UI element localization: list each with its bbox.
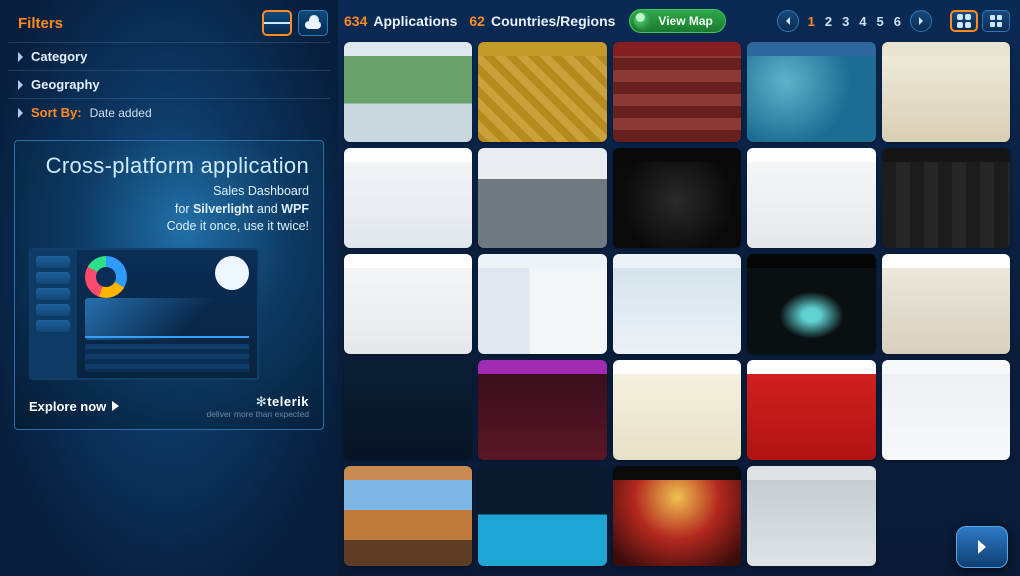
sort-value: Date added [90,106,152,120]
promo-card: Cross-platform application Sales Dashboa… [14,140,324,430]
filter-label: Geography [31,77,100,92]
table-icon [85,344,249,372]
promo-subtitle: Sales Dashboard for Silverlight and WPF … [29,183,309,236]
sort-label: Sort By: [31,105,82,120]
play-icon [112,401,119,411]
app-thumbnail[interactable] [882,254,1010,354]
page-1[interactable]: 1 [805,14,818,29]
sidebar-header: Filters [8,8,330,42]
app-thumbnail[interactable] [613,466,741,566]
topbar: 634 Applications 62 Countries/Regions Vi… [344,6,1010,36]
chevron-right-icon [18,108,23,118]
donut-chart-icon [85,256,127,298]
page-6[interactable]: 6 [891,14,904,29]
brand-tagline: deliver more than expected [206,409,309,419]
explore-now-button[interactable]: Explore now [29,399,119,414]
list-view-button[interactable] [982,10,1010,32]
promo-headline: Cross-platform application [29,153,309,179]
stats: 634 Applications 62 Countries/Regions [344,13,615,29]
main: 634 Applications 62 Countries/Regions Vi… [338,0,1020,576]
filter-label: Category [31,49,87,64]
page-4[interactable]: 4 [856,14,869,29]
view-switcher [950,10,1010,32]
promo-line2-mid: and [253,202,281,216]
clock-icon [215,256,249,290]
app-thumbnail[interactable] [478,466,606,566]
filter-category[interactable]: Category [8,42,330,70]
chevron-right-icon [18,52,23,62]
app-thumbnail[interactable] [478,360,606,460]
app-thumbnail[interactable] [478,42,606,142]
grid-view-button[interactable] [950,10,978,32]
chevron-right-icon [18,80,23,90]
app-thumbnail[interactable] [747,360,875,460]
promo-line2-a: Silverlight [193,202,253,216]
pagination: 123456 [777,10,932,32]
filter-geography[interactable]: Geography [8,70,330,98]
countries-label: Countries/Regions [491,13,615,29]
app-thumbnail[interactable] [882,360,1010,460]
app-thumbnail[interactable] [747,148,875,248]
promo-line2-pre: for [175,202,193,216]
app-thumbnail[interactable] [478,148,606,248]
app-thumbnail[interactable] [613,254,741,354]
app-thumbnail[interactable] [747,42,875,142]
sidebar: Filters Category Geography Sort By: Date… [0,0,338,576]
promo-line1: Sales Dashboard [213,184,309,198]
applications-grid [344,42,1010,570]
line-chart-icon [85,298,249,340]
app-thumbnail[interactable] [344,466,472,566]
view-map-label: View Map [658,14,712,28]
filters-title: Filters [18,15,63,32]
app-thumbnail[interactable] [613,360,741,460]
countries-count: 62 [469,13,485,29]
app-thumbnail[interactable] [882,148,1010,248]
promo-line2-b: WPF [281,202,309,216]
app-thumbnail[interactable] [613,148,741,248]
brand-name: telerik [267,394,309,409]
promo-hero-image [29,248,259,380]
app-thumbnail[interactable] [747,466,875,566]
page-next-button[interactable] [910,10,932,32]
page-2[interactable]: 2 [822,14,835,29]
page-5[interactable]: 5 [874,14,887,29]
applications-count: 634 [344,13,367,29]
promo-line3: Code it once, use it twice! [167,219,309,233]
app-thumbnail[interactable] [344,42,472,142]
cloud-view-icon[interactable] [298,10,328,36]
applications-label: Applications [373,13,457,29]
view-map-button[interactable]: View Map [629,9,725,33]
brand-logo: ✻telerik deliver more than expected [206,394,309,419]
next-page-floating-button[interactable] [956,526,1008,568]
app-thumbnail[interactable] [344,254,472,354]
app-thumbnail[interactable] [344,360,472,460]
filter-sort[interactable]: Sort By: Date added [8,98,330,126]
globe-icon [634,12,652,30]
page-prev-button[interactable] [777,10,799,32]
explore-label: Explore now [29,399,106,414]
app-thumbnail[interactable] [882,42,1010,142]
app-thumbnail[interactable] [747,254,875,354]
app-thumbnail[interactable] [344,148,472,248]
app-thumbnail[interactable] [613,42,741,142]
page-3[interactable]: 3 [839,14,852,29]
list-view-icon[interactable] [262,10,292,36]
app-thumbnail[interactable] [478,254,606,354]
